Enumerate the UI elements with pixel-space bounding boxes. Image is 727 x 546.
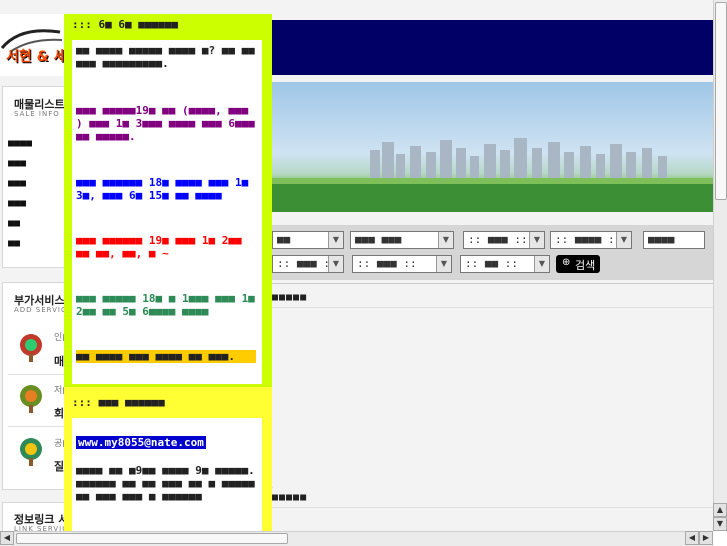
listing-item[interactable]: ■■■■ bbox=[8, 138, 32, 149]
section-divider bbox=[270, 283, 713, 284]
section-title-1: ■■■■■ bbox=[272, 292, 308, 303]
popup-red-text: ■■■ ■■■■■■ 19■ ■■■ 1■ 2■■ ■■ ■■, ■■, ■ ~ bbox=[76, 234, 242, 260]
scroll-right-button[interactable]: ▶ bbox=[699, 531, 713, 545]
tree-icon bbox=[16, 383, 46, 417]
popup-purple-text: ■■■ ■■■■■19■ ■■ (■■■■, ■■■ ) ■■■ 1■ 3■■■… bbox=[76, 104, 255, 143]
chevron-down-icon: ▼ bbox=[534, 256, 549, 272]
search-select-2[interactable]: ■■■ ■■■ ▼ bbox=[350, 231, 454, 249]
chevron-down-icon: ▼ bbox=[438, 232, 453, 248]
search-select-1[interactable]: ■■ ▼ bbox=[272, 231, 344, 249]
listing-item[interactable]: ■■ bbox=[8, 218, 20, 229]
listing-item[interactable]: ■■■ bbox=[8, 198, 26, 209]
search-button[interactable]: ⊕ 검색 bbox=[556, 255, 600, 273]
section-divider bbox=[270, 307, 713, 308]
city-banner-image bbox=[270, 82, 713, 212]
chevron-down-icon: ▼ bbox=[328, 232, 343, 248]
popup-blue-text: ■■■ ■■■■■■ 18■ ■■■■ ■■■ 1■ 3■, ■■■ 6■ 15… bbox=[76, 176, 249, 202]
listing-item[interactable]: ■■■ bbox=[8, 158, 26, 169]
scroll-up-button[interactable]: ▲ bbox=[713, 503, 727, 517]
chevron-down-icon: ▼ bbox=[616, 232, 631, 248]
scroll-left-button-2[interactable]: ◀ bbox=[685, 531, 699, 545]
chevron-down-icon: ▼ bbox=[436, 256, 451, 272]
popup-footer-text: ■■■■ ■■ ■9■■ ■■■■ 9■ ■■■■■. ■■■■■■ ■■ ■■… bbox=[76, 464, 255, 503]
search-input[interactable]: ■■■■ bbox=[643, 231, 705, 249]
logo-area bbox=[0, 14, 64, 76]
magnifier-icon: ⊕ bbox=[562, 257, 571, 268]
popup-email-link[interactable]: www.my8055@nate.com bbox=[76, 436, 206, 449]
listing-item[interactable]: ■■ bbox=[8, 238, 20, 249]
listing-item[interactable]: ■■■ bbox=[8, 178, 26, 189]
search-select-5[interactable]: :: ■■■ :: ▼ bbox=[272, 255, 344, 273]
search-select-7[interactable]: :: ■■ :: ▼ bbox=[460, 255, 550, 273]
tree-icon bbox=[16, 436, 46, 470]
vertical-scroll-thumb[interactable] bbox=[715, 2, 727, 200]
scroll-down-button[interactable]: ▼ bbox=[713, 517, 727, 531]
search-select-3[interactable]: :: ■■■ :: ▼ bbox=[463, 231, 545, 249]
horizontal-scroll-thumb[interactable] bbox=[16, 533, 288, 544]
site-logo-text[interactable]: 서현 & 세 bbox=[6, 46, 67, 66]
popup-header-2: ::: ■■■ ■■■■■■ bbox=[72, 396, 165, 409]
popup-intro-text: ■■ ■■■■ ■■■■■ ■■■■ ■? ■■ ■■ ■■■ ■■■■■■■■… bbox=[76, 44, 255, 70]
popup-header-1: ::: 6■ 6■ ■■■■■■ bbox=[72, 18, 178, 31]
scroll-left-button[interactable]: ◀ bbox=[0, 531, 14, 545]
popup-schedule-panel bbox=[72, 40, 262, 384]
popup-green-text: ■■■ ■■■■■ 18■ ■ 1■■■ ■■■ 1■ 2■■ ■■ 5■ 6■… bbox=[76, 292, 255, 318]
chevron-down-icon: ▼ bbox=[529, 232, 544, 248]
section-divider bbox=[270, 507, 713, 508]
search-select-4[interactable]: :: ■■■■ :: ▼ bbox=[550, 231, 632, 249]
popup-highlight-text: ■■ ■■■■ ■■■ ■■■■ ■■ ■■■. bbox=[76, 350, 256, 363]
listing-box-subtitle: SALE INFO bbox=[14, 110, 60, 118]
addon-item-label[interactable]: 질 bbox=[54, 458, 64, 474]
divider bbox=[8, 426, 64, 427]
search-select-6[interactable]: :: ■■■ :: ▼ bbox=[352, 255, 452, 273]
section-title-2: ■■■■■ bbox=[272, 492, 308, 503]
addon-item-label[interactable]: 매 bbox=[54, 353, 64, 369]
divider bbox=[8, 374, 64, 375]
addon-item-label[interactable]: 회 bbox=[54, 405, 64, 421]
tree-icon bbox=[16, 332, 46, 366]
chevron-down-icon: ▼ bbox=[328, 256, 343, 272]
